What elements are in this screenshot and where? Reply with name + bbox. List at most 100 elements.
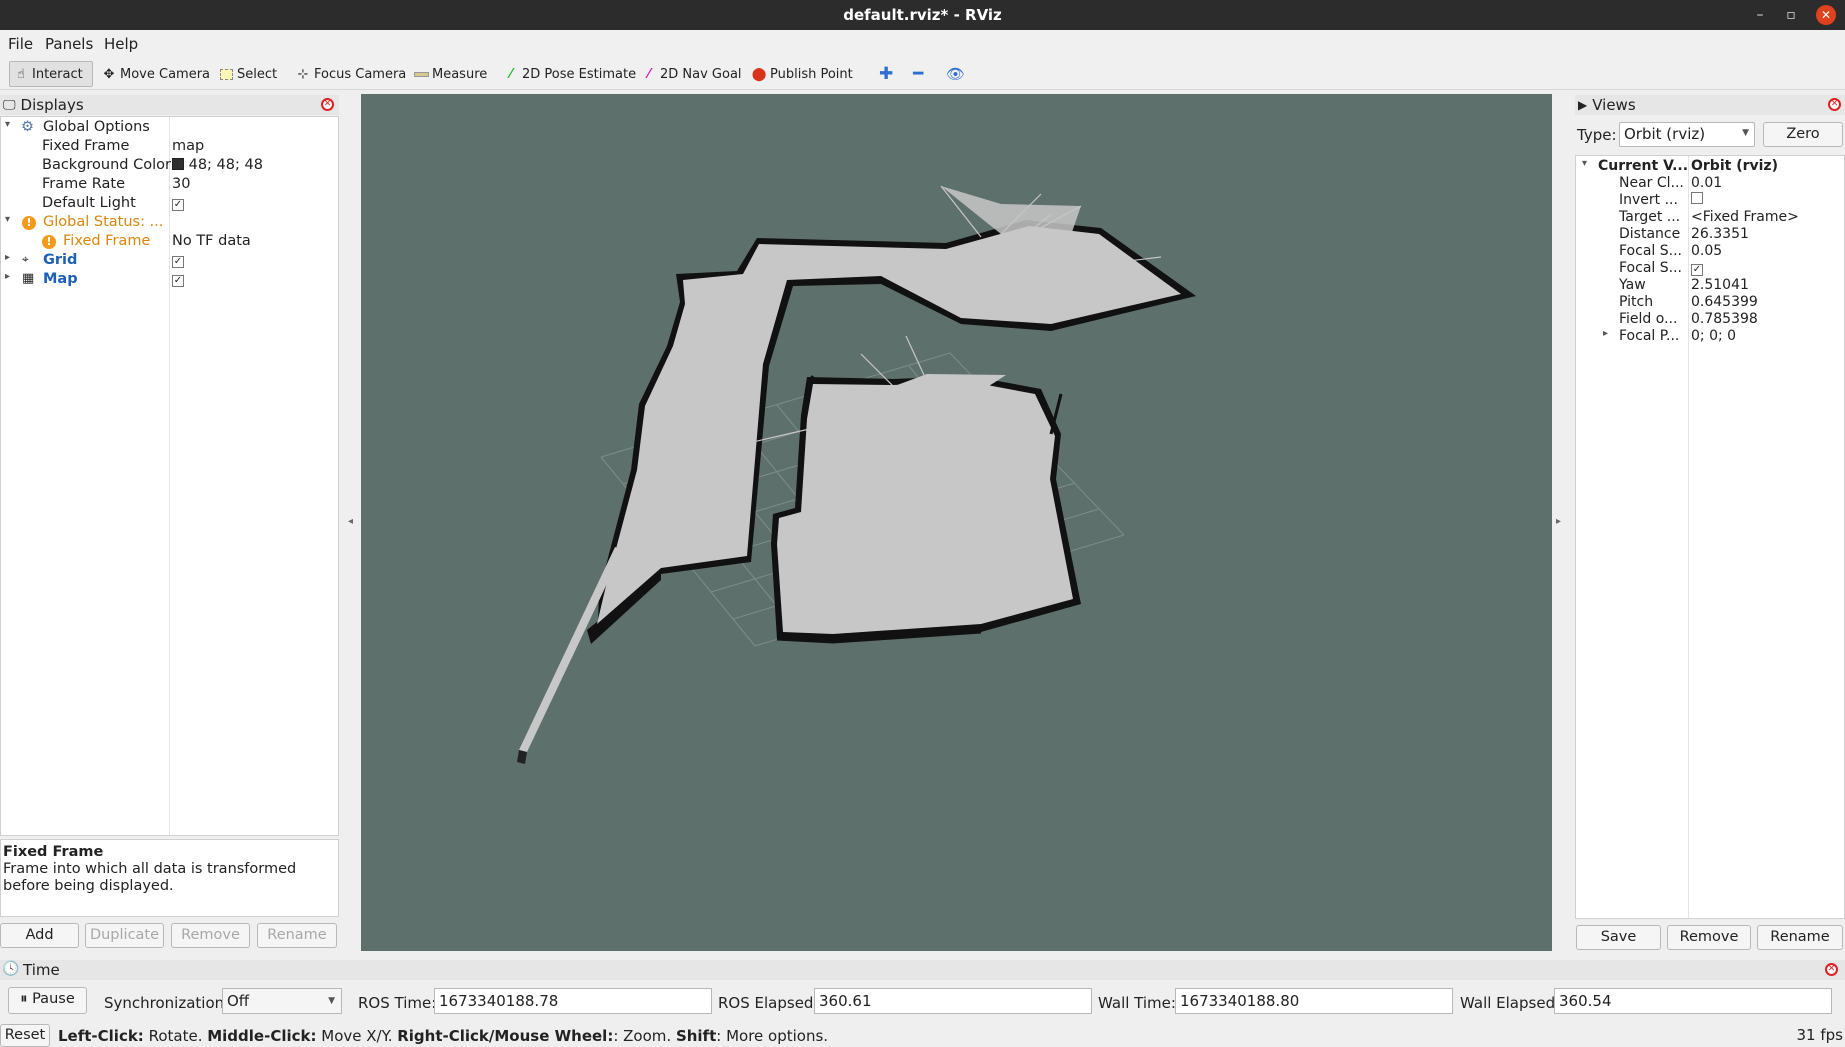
view-row[interactable]: Distance 26.3351: [1576, 226, 1844, 243]
hint-key: Left-Click:: [58, 1027, 144, 1045]
view-prop-value[interactable]: 0.01: [1691, 175, 1722, 191]
right-splitter-handle[interactable]: ▸: [1556, 516, 1561, 527]
remove-view-button[interactable]: Remove: [1667, 925, 1751, 950]
wall-time-field[interactable]: 1673340188.80: [1175, 988, 1453, 1014]
ros-elapsed-field[interactable]: 360.61: [814, 988, 1092, 1014]
view-row[interactable]: Field o... 0.785398: [1576, 311, 1844, 328]
default-light-checkbox[interactable]: ✓: [172, 199, 184, 211]
view-row[interactable]: Near Cl... 0.01: [1576, 175, 1844, 192]
background-color-label: Background Color: [42, 157, 171, 173]
focus-camera-label: Focus Camera: [314, 66, 407, 82]
background-color-value[interactable]: 48; 48; 48: [172, 157, 263, 173]
collapse-arrow-icon[interactable]: ▸: [1603, 328, 1608, 339]
view-prop-label: Distance: [1619, 226, 1681, 242]
view-row[interactable]: ▸ Focal P... 0; 0; 0: [1576, 328, 1844, 345]
menu-panels[interactable]: Panels: [45, 35, 93, 53]
add-tool-icon[interactable]: ✚: [876, 61, 896, 87]
duplicate-display-button[interactable]: Duplicate: [85, 923, 164, 948]
collapse-arrow-icon[interactable]: ▸: [5, 252, 10, 263]
expand-arrow-icon[interactable]: ▾: [5, 119, 10, 130]
sync-select[interactable]: Off ▼: [222, 988, 342, 1014]
view-prop-label: Field o...: [1619, 311, 1678, 327]
view-row[interactable]: Invert ...: [1576, 192, 1844, 209]
tree-row-global-status[interactable]: ▾ ! Global Status: ...: [1, 213, 338, 232]
maximize-button[interactable]: ▫: [1781, 5, 1801, 25]
chevron-down-icon: ▼: [1742, 128, 1749, 138]
select-tool[interactable]: Select: [215, 61, 280, 87]
tree-row-background-color[interactable]: Background Color 48; 48; 48: [1, 156, 338, 175]
close-window-button[interactable]: ✕: [1816, 5, 1836, 25]
menu-help[interactable]: Help: [104, 35, 138, 53]
tree-row-default-light[interactable]: Default Light ✓: [1, 194, 338, 213]
rename-display-button[interactable]: Rename: [257, 923, 337, 948]
map-checkbox[interactable]: ✓: [172, 275, 184, 287]
frame-rate-value[interactable]: 30: [172, 176, 190, 192]
pose-estimate-tool[interactable]: ⁄ 2D Pose Estimate: [500, 61, 639, 87]
help-title: Fixed Frame: [3, 844, 104, 860]
grid-checkbox[interactable]: ✓: [172, 256, 184, 268]
view-prop-value[interactable]: 2.51041: [1691, 277, 1749, 293]
view-prop-value[interactable]: 0; 0; 0: [1691, 328, 1736, 344]
view-prop-value[interactable]: 26.3351: [1691, 226, 1749, 242]
tree-row-status-fixed-frame[interactable]: ! Fixed Frame No TF data: [1, 232, 338, 251]
view-prop-value[interactable]: 0.645399: [1691, 294, 1758, 310]
zero-button[interactable]: Zero: [1763, 122, 1843, 147]
remove-display-button[interactable]: Remove: [171, 923, 250, 948]
3d-viewport[interactable]: [361, 94, 1552, 951]
tree-row-current-view[interactable]: ▾ Current V... Orbit (rviz): [1576, 158, 1844, 175]
reset-button[interactable]: Reset: [0, 1024, 50, 1047]
minimize-button[interactable]: –: [1750, 5, 1770, 25]
view-row[interactable]: Pitch 0.645399: [1576, 294, 1844, 311]
tree-row-global-options[interactable]: ▾ ⚙ Global Options: [1, 118, 338, 137]
remove-tool-icon[interactable]: ━: [910, 61, 926, 87]
fixed-frame-value[interactable]: map: [172, 138, 204, 154]
view-prop-value[interactable]: 0.05: [1691, 243, 1722, 259]
tool-properties-eye-icon[interactable]: 👁: [943, 61, 968, 87]
expand-arrow-icon[interactable]: ▾: [1582, 158, 1587, 169]
close-displays-icon[interactable]: ✕: [321, 98, 334, 111]
close-time-icon[interactable]: ✕: [1825, 963, 1838, 976]
collapse-arrow-icon[interactable]: ▸: [5, 271, 10, 282]
view-prop-label: Focal S...: [1619, 260, 1682, 276]
time-title: Time: [23, 961, 60, 979]
menu-file[interactable]: File: [8, 35, 33, 53]
publish-point-tool[interactable]: ⬤ Publish Point: [748, 61, 856, 87]
sync-label: Synchronization:: [104, 994, 230, 1012]
measure-tool[interactable]: Measure: [410, 61, 490, 87]
add-display-button[interactable]: Add: [0, 923, 79, 948]
save-view-button[interactable]: Save: [1576, 925, 1661, 950]
pause-button[interactable]: ⏸ Pause: [8, 987, 87, 1014]
background-color-text: 48; 48; 48: [188, 157, 263, 173]
rename-view-button[interactable]: Rename: [1757, 925, 1843, 950]
wall-elapsed-field[interactable]: 360.54: [1554, 988, 1832, 1014]
interact-tool[interactable]: ☝ Interact: [9, 61, 93, 87]
tree-row-grid[interactable]: ▸ ⌖ Grid ✓: [1, 251, 338, 270]
focus-camera-tool[interactable]: ⊹ Focus Camera: [292, 61, 409, 87]
window-title: default.rviz* - RViz: [843, 6, 1002, 24]
view-prop-value[interactable]: 0.785398: [1691, 311, 1758, 327]
expand-arrow-icon[interactable]: ▾: [5, 214, 10, 225]
tree-row-fixed-frame[interactable]: Fixed Frame map: [1, 137, 338, 156]
view-row[interactable]: Yaw 2.51041: [1576, 277, 1844, 294]
gear-icon: ⚙: [21, 119, 34, 135]
time-panel-header: 🕓 Time ✕: [0, 960, 1845, 980]
view-type-select[interactable]: Orbit (rviz) ▼: [1619, 122, 1755, 147]
views-tree: ▾ Current V... Orbit (rviz) Near Cl... 0.…: [1575, 155, 1845, 919]
fps-counter: 31 fps: [1796, 1026, 1843, 1044]
tree-row-frame-rate[interactable]: Frame Rate 30: [1, 175, 338, 194]
view-row[interactable]: Focal S... ✓: [1576, 260, 1844, 277]
ros-time-field[interactable]: 1673340188.78: [434, 988, 712, 1014]
view-row[interactable]: Target ... <Fixed Frame>: [1576, 209, 1844, 226]
move-camera-tool[interactable]: ✥ Move Camera: [98, 61, 213, 87]
view-prop-label: Yaw: [1619, 277, 1646, 293]
focal-shape-checkbox[interactable]: ✓: [1691, 264, 1703, 276]
invert-checkbox[interactable]: [1691, 192, 1703, 204]
left-splitter-handle[interactable]: ◂: [348, 516, 353, 527]
close-views-icon[interactable]: ✕: [1828, 98, 1841, 111]
nav-goal-tool[interactable]: ⁄ 2D Nav Goal: [638, 61, 745, 87]
grid-label: Grid: [43, 252, 78, 268]
view-row[interactable]: Focal S... 0.05: [1576, 243, 1844, 260]
view-prop-value[interactable]: <Fixed Frame>: [1691, 209, 1799, 225]
tree-row-map[interactable]: ▸ ▦ Map ✓: [1, 270, 338, 289]
view-prop-label: Invert ...: [1619, 192, 1678, 208]
